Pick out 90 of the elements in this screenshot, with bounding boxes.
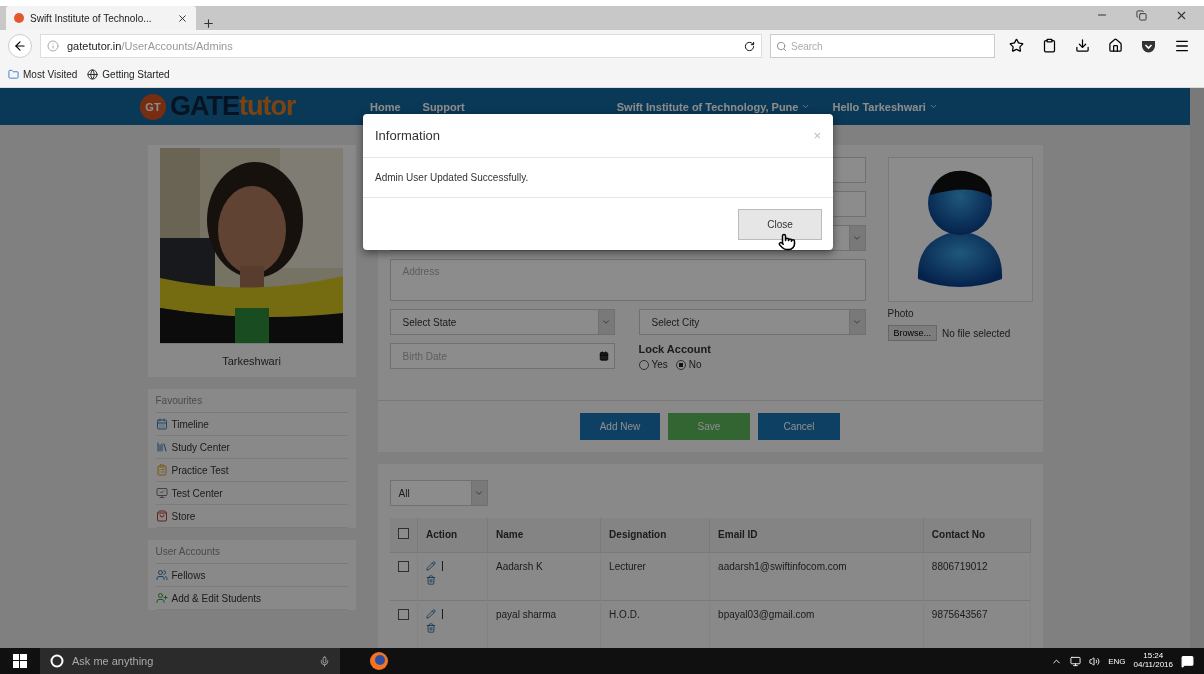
column-header: Name xyxy=(487,518,601,552)
caret-icon xyxy=(470,481,487,505)
logo-mark: GT xyxy=(140,93,166,120)
caret-icon xyxy=(928,102,938,111)
clipboard-icon[interactable] xyxy=(1042,38,1057,53)
radio-option[interactable]: No xyxy=(675,359,702,370)
column-header: Contact No xyxy=(923,518,1030,552)
panel-title: Favourites xyxy=(155,389,348,413)
new-tab-icon[interactable] xyxy=(202,17,215,30)
state-select[interactable]: Select State xyxy=(389,309,615,335)
mic-icon[interactable] xyxy=(319,655,330,667)
language-indicator[interactable]: ENG xyxy=(1108,656,1126,666)
search-icon xyxy=(776,40,787,52)
back-arrow-icon xyxy=(13,39,27,53)
sidebar-item[interactable]: Test Center xyxy=(155,482,348,505)
volume-icon[interactable] xyxy=(1089,655,1101,667)
form-button[interactable]: Add New xyxy=(580,413,660,440)
delete-icon[interactable] xyxy=(426,574,436,585)
address-bar[interactable]: gatetutor.in/UserAccounts/Admins xyxy=(40,34,762,58)
scrollbar[interactable] xyxy=(1190,88,1204,648)
browser-app-icon[interactable] xyxy=(370,652,388,670)
caret-icon xyxy=(597,310,614,334)
menu-icon[interactable] xyxy=(1174,38,1190,54)
sidebar-item[interactable]: Add & Edit Students xyxy=(155,587,348,610)
taskbar-search[interactable]: Ask me anything xyxy=(40,648,340,674)
clock[interactable]: 15:24 04/11/2016 xyxy=(1133,652,1173,670)
search-field[interactable]: Search xyxy=(770,34,995,58)
pocket-icon[interactable] xyxy=(1141,38,1156,54)
panel-title: User Accounts xyxy=(155,540,348,564)
users-icon xyxy=(155,569,168,581)
column-header: Designation xyxy=(600,518,710,552)
table-cell: Aadarsh K xyxy=(487,552,601,600)
notification-icon[interactable] xyxy=(1181,654,1194,668)
caret-icon xyxy=(848,310,865,334)
form-button[interactable]: Cancel xyxy=(758,413,840,440)
bag-icon xyxy=(155,510,168,522)
restore-icon[interactable] xyxy=(1136,8,1147,22)
search-ring-icon xyxy=(50,654,64,668)
clipboard-icon xyxy=(155,464,168,476)
table-cell: 8806719012 xyxy=(923,552,1030,600)
close-button[interactable]: Close xyxy=(738,208,822,240)
modal-title: Information xyxy=(375,128,441,143)
globe-icon xyxy=(87,69,99,80)
table-cell: Lecturer xyxy=(600,552,710,600)
bookmark-link[interactable]: Getting Started xyxy=(87,69,170,80)
info-icon xyxy=(47,40,59,52)
checkbox[interactable] xyxy=(397,528,409,540)
city-select[interactable]: Select City xyxy=(638,309,866,335)
nav-menu[interactable]: Hello Tarkeshwari xyxy=(832,100,938,113)
column-header: Email ID xyxy=(709,518,924,552)
nav-link[interactable]: Home xyxy=(370,100,401,113)
radio-option[interactable]: Yes xyxy=(638,359,668,370)
windows-logo-icon[interactable] xyxy=(13,654,27,668)
checkbox[interactable] xyxy=(397,560,409,572)
field-label: Photo xyxy=(887,308,915,319)
caret-icon xyxy=(801,102,811,111)
file-status: No file selected xyxy=(942,327,1011,339)
reload-icon[interactable] xyxy=(744,40,755,52)
home-icon[interactable] xyxy=(1108,38,1123,53)
browser-tab[interactable]: Swift Institute of Technolo... xyxy=(6,6,196,30)
delete-icon[interactable] xyxy=(426,622,436,633)
folder-icon xyxy=(8,69,19,80)
modal-message: Admin User Updated Successfully. xyxy=(363,158,833,198)
logo-text: GATEtutor xyxy=(170,91,296,122)
sidebar-item[interactable]: Store xyxy=(155,505,348,528)
books-icon xyxy=(155,441,168,453)
calendar-icon[interactable] xyxy=(598,351,609,361)
sidebar-item[interactable]: Timeline xyxy=(155,413,348,436)
field-label: Lock Account xyxy=(638,343,712,355)
filter-select[interactable]: All xyxy=(389,480,488,506)
bookmark-star-icon[interactable] xyxy=(1009,38,1024,53)
checkbox[interactable] xyxy=(397,608,409,620)
download-icon[interactable] xyxy=(1075,38,1090,53)
bookmark-link[interactable]: Most Visited xyxy=(8,69,78,80)
sidebar-item[interactable]: Practice Test xyxy=(155,459,348,482)
back-button[interactable] xyxy=(8,34,32,58)
monitor-icon xyxy=(155,487,168,499)
browse-button[interactable]: Browse... xyxy=(887,325,937,341)
sidebar-item[interactable]: Fellows xyxy=(155,564,348,587)
nav-menu[interactable]: Swift Institute of Technology, Pune xyxy=(616,100,811,113)
site-icon xyxy=(14,13,24,23)
user-plus-icon xyxy=(155,592,168,604)
profile-name: Tarkeshwari xyxy=(159,343,344,377)
column-header: Action xyxy=(417,518,488,552)
close-icon[interactable] xyxy=(177,12,188,24)
sidebar-item[interactable]: Study Center xyxy=(155,436,348,459)
calendar-icon xyxy=(155,418,168,430)
network-icon[interactable] xyxy=(1070,655,1082,667)
table-cell: aadarsh1@swiftinfocom.com xyxy=(709,552,924,600)
nav-link[interactable]: Support xyxy=(422,100,465,113)
